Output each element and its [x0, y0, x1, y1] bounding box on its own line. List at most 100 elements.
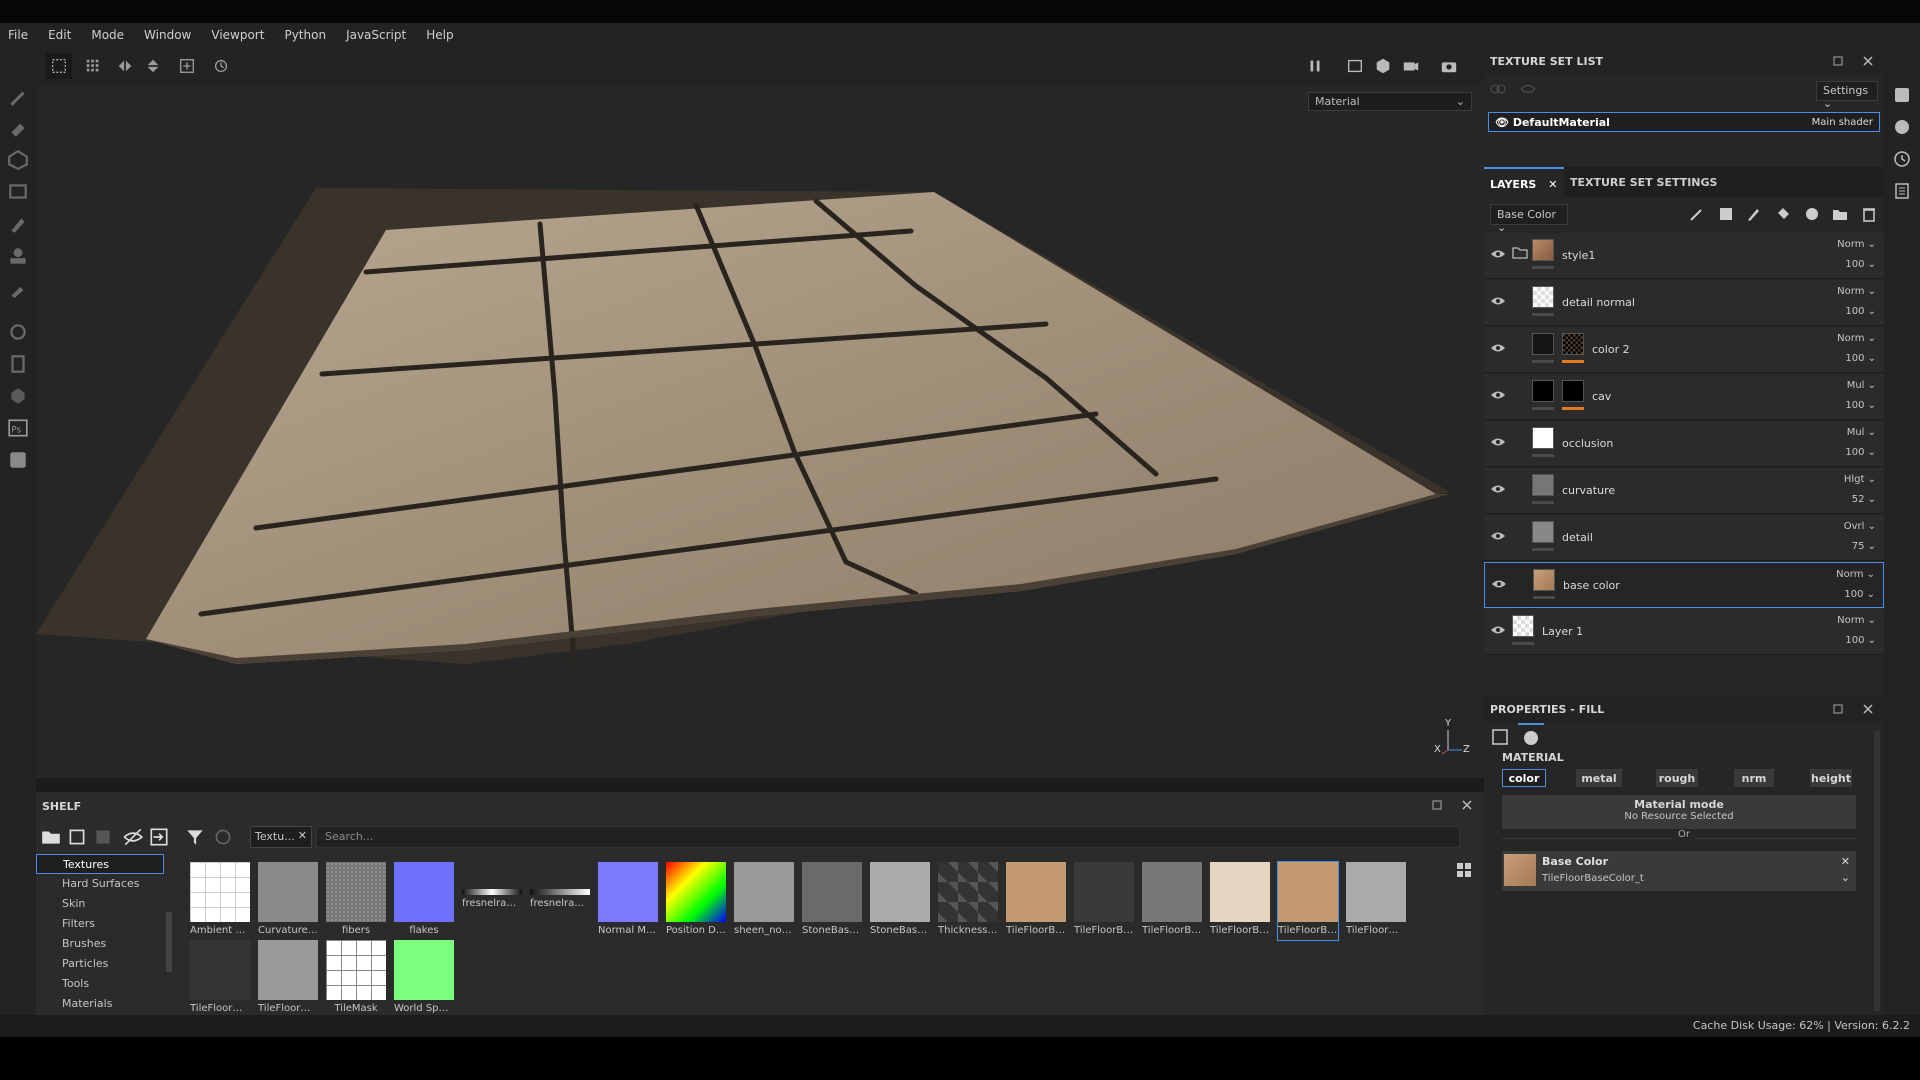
eye-icon[interactable]: [1490, 483, 1506, 495]
opacity-dropdown[interactable]: 100 ⌄: [1845, 447, 1876, 458]
shelf-item[interactable]: World Spac...: [394, 940, 454, 1018]
display-settings-icon[interactable]: [1892, 85, 1912, 105]
chevron-down-icon[interactable]: ⌄: [1841, 871, 1850, 884]
camera-icon[interactable]: [1398, 53, 1424, 79]
2d-view-icon[interactable]: [1342, 53, 1368, 79]
layer-thumbnail[interactable]: [1532, 380, 1554, 402]
shelf-item[interactable]: TileFloorDet...: [1346, 862, 1406, 940]
layer-thumbnail[interactable]: [1532, 333, 1554, 355]
opacity-dropdown[interactable]: 100 ⌄: [1845, 259, 1876, 270]
history-icon[interactable]: [1892, 149, 1912, 169]
texture-set-row[interactable]: 👁 DefaultMaterial Main shader: [1488, 112, 1880, 132]
paint-brush-icon[interactable]: [7, 85, 29, 107]
channel-toggle-height[interactable]: height: [1810, 769, 1852, 787]
eye-icon[interactable]: [1490, 389, 1506, 401]
shelf-item[interactable]: fresnelrang...: [530, 862, 590, 940]
layer-properties-tab-icon[interactable]: [1490, 727, 1510, 747]
eye-icon[interactable]: [1490, 248, 1506, 260]
symmetry-y-icon[interactable]: [140, 53, 166, 79]
shelf-item[interactable]: fibers: [326, 862, 386, 940]
layer-row[interactable]: curvature Hlgt ⌄ 52 ⌄: [1484, 468, 1884, 514]
new-item-icon[interactable]: [66, 826, 88, 848]
eye-icon[interactable]: [1490, 295, 1506, 307]
maximize-icon[interactable]: [1430, 798, 1444, 812]
opacity-dropdown[interactable]: 100 ⌄: [1845, 353, 1876, 364]
symmetry-x-icon[interactable]: [112, 53, 138, 79]
menu-window[interactable]: Window: [144, 28, 191, 42]
blend-mode-dropdown[interactable]: Mul ⌄: [1847, 380, 1876, 391]
log-icon[interactable]: [1892, 181, 1912, 201]
shelf-item[interactable]: TileFloorDet...: [258, 940, 318, 1018]
channel-toggle-color[interactable]: color: [1502, 769, 1546, 787]
menu-help[interactable]: Help: [426, 28, 453, 42]
base-color-slot[interactable]: Base Color TileFloorBaseColor_t ✕ ⌄: [1502, 851, 1856, 891]
layer-thumbnail[interactable]: [1532, 427, 1554, 449]
blend-mode-dropdown[interactable]: Hlgt ⌄: [1844, 474, 1876, 485]
history-icon[interactable]: [208, 53, 234, 79]
settings-dropdown[interactable]: Settings ⌄: [1816, 81, 1878, 110]
tab-layers[interactable]: LAYERS ✕: [1484, 167, 1564, 197]
pause-icon[interactable]: [1302, 53, 1328, 79]
shelf-item[interactable]: TileFloorBas...: [1277, 861, 1339, 941]
close-icon[interactable]: ✕: [298, 829, 307, 842]
3d-view-icon[interactable]: [1370, 53, 1396, 79]
filter-chip[interactable]: Textu... ✕: [250, 826, 312, 848]
shelf-item[interactable]: Thickness ...: [938, 862, 998, 940]
folder-icon[interactable]: [40, 826, 62, 848]
layer-thumbnail[interactable]: [1532, 474, 1554, 496]
opacity-dropdown[interactable]: 100 ⌄: [1845, 400, 1876, 411]
menu-edit[interactable]: Edit: [48, 28, 71, 42]
category-filters[interactable]: Filters: [36, 914, 164, 934]
maximize-icon[interactable]: [1832, 703, 1844, 715]
shelf-item[interactable]: Normal Ma...: [598, 862, 658, 940]
add-frame-icon[interactable]: [174, 53, 200, 79]
layer-row[interactable]: style1 Norm ⌄ 100 ⌄: [1484, 233, 1884, 279]
blend-mode-dropdown[interactable]: Norm ⌄: [1836, 569, 1875, 580]
category-tools[interactable]: Tools: [36, 974, 164, 994]
close-icon[interactable]: [1862, 55, 1874, 67]
blend-mode-dropdown[interactable]: Norm ⌄: [1837, 239, 1876, 250]
layer-thumbnail[interactable]: [1532, 286, 1554, 308]
shelf-search-input[interactable]: Search...: [316, 826, 1460, 848]
eye-icon[interactable]: [1490, 624, 1506, 636]
eye-icon[interactable]: [1490, 342, 1506, 354]
maximize-icon[interactable]: [1832, 55, 1844, 67]
layer-mask-thumbnail[interactable]: [1562, 333, 1584, 355]
blend-mode-dropdown[interactable]: Ovrl ⌄: [1844, 521, 1876, 532]
folder-icon[interactable]: [1512, 245, 1528, 259]
menu-mode[interactable]: Mode: [91, 28, 124, 42]
eye-icon[interactable]: 👁: [1495, 116, 1509, 129]
shelf-item[interactable]: Position De...: [666, 862, 726, 940]
filter-icon[interactable]: [184, 826, 206, 848]
eye-icon[interactable]: [1490, 436, 1506, 448]
polygon-fill-icon[interactable]: [7, 181, 29, 203]
blend-mode-dropdown[interactable]: Norm ⌄: [1837, 286, 1876, 297]
layer-thumbnail[interactable]: [1533, 569, 1555, 591]
import-icon[interactable]: [148, 826, 170, 848]
eye-icon[interactable]: [1491, 578, 1507, 590]
material-mode-box[interactable]: Material mode No Resource Selected: [1502, 795, 1856, 829]
viewport-shelf-divider[interactable]: [36, 778, 1484, 792]
layer-row[interactable]: Layer 1 Norm ⌄ 100 ⌄: [1484, 609, 1884, 655]
close-icon[interactable]: [1460, 798, 1474, 812]
category-brushes[interactable]: Brushes: [36, 934, 164, 954]
menu-file[interactable]: File: [8, 28, 28, 42]
material-tab-icon[interactable]: [1518, 723, 1544, 749]
channel-toggle-rough[interactable]: rough: [1656, 769, 1698, 787]
grid-view-icon[interactable]: [1456, 862, 1472, 878]
add-paint-layer-icon[interactable]: [1745, 205, 1763, 225]
hide-icon[interactable]: [122, 826, 144, 848]
add-fill-layer-icon[interactable]: [1774, 205, 1792, 225]
shelf-item[interactable]: sheen_noise: [734, 862, 794, 940]
measure-icon[interactable]: [7, 353, 29, 375]
grid-icon[interactable]: [80, 53, 106, 79]
category-scrollbar[interactable]: [166, 912, 172, 972]
channel-toggle-nrm[interactable]: nrm: [1734, 769, 1774, 787]
shelf-item[interactable]: Ambient O...: [190, 862, 250, 940]
layer-row[interactable]: occlusion Mul ⌄ 100 ⌄: [1484, 421, 1884, 467]
clone-stamp-icon[interactable]: [7, 245, 29, 267]
category-materials[interactable]: Materials: [36, 994, 164, 1014]
eye-icon[interactable]: [1490, 530, 1506, 542]
menu-python[interactable]: Python: [284, 28, 326, 42]
3d-viewport[interactable]: Material ⌄ Y X Z: [36, 84, 1484, 778]
